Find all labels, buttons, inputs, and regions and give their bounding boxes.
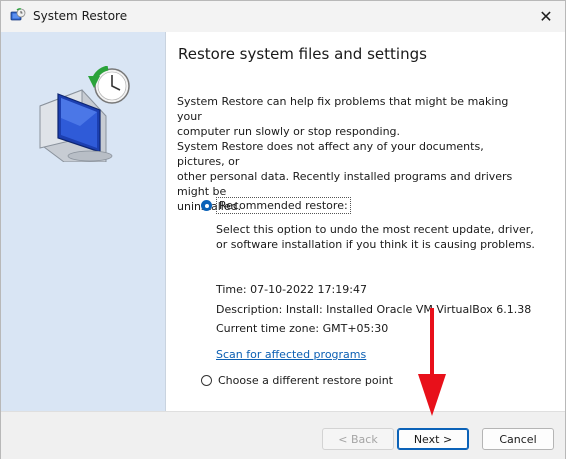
recommended-restore-radio[interactable]	[201, 200, 212, 211]
left-pane	[1, 32, 166, 411]
intro-paragraph: System Restore can help fix problems tha…	[177, 94, 527, 139]
cancel-button[interactable]: Cancel	[482, 428, 554, 450]
system-restore-illustration	[39, 66, 130, 162]
choose-restore-point-radio[interactable]	[201, 375, 212, 386]
button-bar: < Back Next > Cancel	[1, 411, 565, 459]
close-button[interactable]: ✕	[527, 1, 565, 32]
window-title: System Restore	[33, 9, 128, 23]
recommended-restore-option[interactable]: Recommended restore:	[201, 197, 351, 214]
next-button[interactable]: Next >	[397, 428, 469, 450]
system-restore-icon	[10, 8, 26, 21]
choose-restore-point-label: Choose a different restore point	[218, 374, 393, 387]
disclaimer-line: other personal data. Recently installed …	[177, 170, 513, 198]
description-line: or software installation if you think it…	[216, 238, 535, 251]
scan-affected-programs-link[interactable]: Scan for affected programs	[216, 348, 366, 361]
description-line: Select this option to undo the most rece…	[216, 223, 534, 236]
close-icon: ✕	[539, 7, 553, 26]
back-button[interactable]: < Back	[322, 428, 394, 450]
restore-time: Time: 07-10-2022 17:19:47	[216, 283, 367, 296]
system-restore-window: System Restore ✕ Restore system files an…	[0, 0, 566, 459]
intro-line: computer run slowly or stop responding.	[177, 125, 401, 138]
red-down-arrow-icon	[418, 308, 446, 416]
title-bar: System Restore ✕	[1, 1, 565, 32]
restore-description: Description: Install: Installed Oracle V…	[216, 303, 532, 316]
disclaimer-line: System Restore does not affect any of yo…	[177, 140, 484, 168]
intro-line: System Restore can help fix problems tha…	[177, 95, 509, 123]
page-title: Restore system files and settings	[178, 45, 427, 63]
recommended-restore-label: Recommended restore:	[216, 197, 351, 214]
recommended-restore-description: Select this option to undo the most rece…	[216, 222, 536, 252]
choose-restore-point-option[interactable]: Choose a different restore point	[201, 374, 393, 387]
scan-affected-programs-link-wrap: Scan for affected programs	[216, 347, 536, 362]
restore-timezone: Current time zone: GMT+05:30	[216, 322, 389, 335]
content-pane: Restore system files and settings System…	[166, 32, 565, 411]
